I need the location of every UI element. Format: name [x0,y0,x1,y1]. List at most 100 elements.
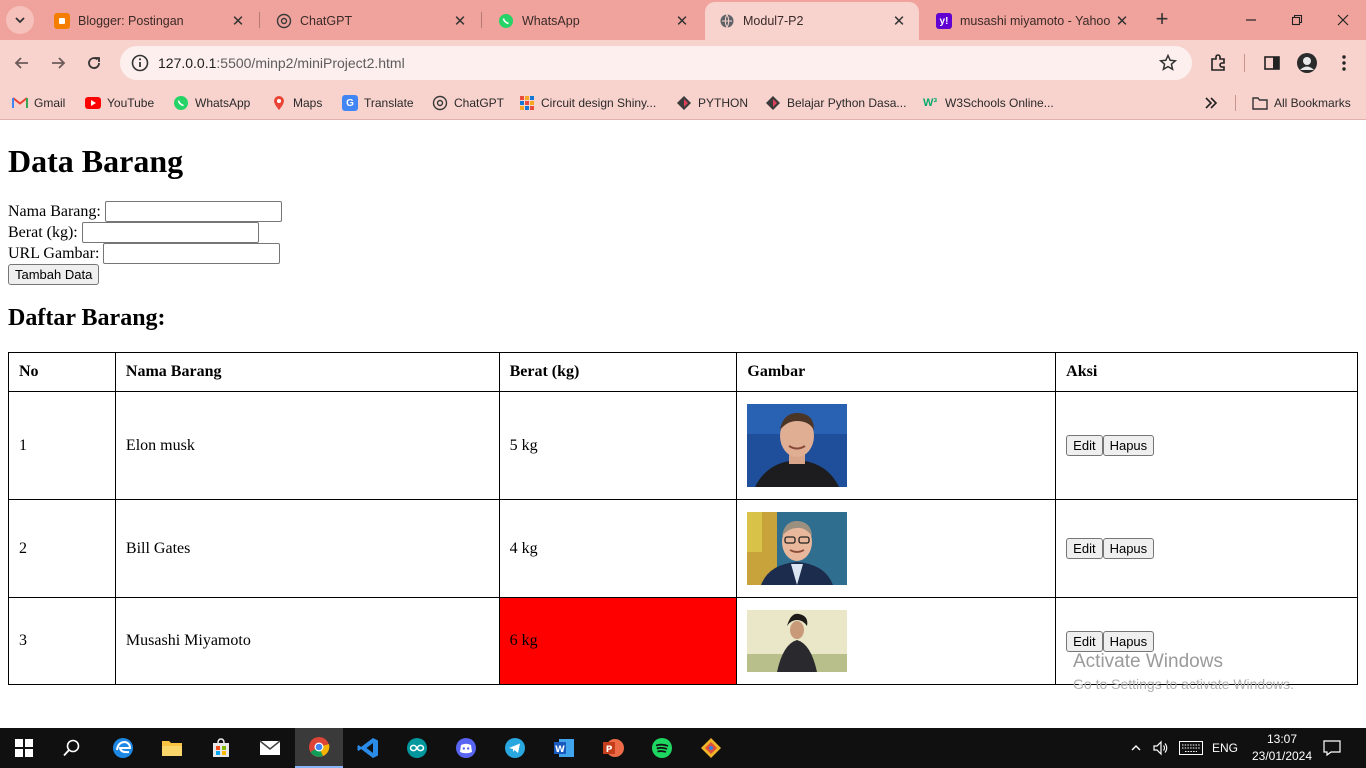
bookmark-label: All Bookmarks [1274,96,1351,110]
bookmark-maps[interactable]: Maps [271,93,322,113]
taskbar-spotify[interactable] [638,728,686,768]
edit-button[interactable]: Edit [1066,630,1103,652]
store-icon [213,738,229,757]
nama-barang-input[interactable] [104,201,282,222]
extensions-button[interactable] [1206,51,1230,75]
taskbar-powerpoint[interactable]: P [589,728,637,768]
hapus-button[interactable]: Hapus [1102,538,1155,559]
profile-button[interactable] [1295,51,1319,75]
side-panel-icon [1264,56,1280,70]
url-gambar-input[interactable] [103,243,281,264]
minimize-icon [1246,19,1256,21]
taskbar-clock[interactable]: 13:07 23/01/2024 [1250,731,1314,765]
taskbar-edge[interactable] [99,728,147,768]
taskbar-file-explorer[interactable] [148,728,196,768]
address-bar[interactable]: 127.0.0.1:5500/minp2/miniProject2.html [120,46,1192,80]
notification-icon [1323,740,1341,756]
kebab-menu-icon [1342,55,1346,71]
side-panel-button[interactable] [1260,51,1284,75]
taskbar-discord[interactable] [442,728,490,768]
cell-no: 3 [8,597,116,685]
bookmark-label: Belajar Python Dasa... [787,96,907,110]
edit-button[interactable]: Edit [1066,435,1103,456]
tab-whatsapp[interactable]: WhatsApp ✕ [484,2,702,40]
volume-button[interactable] [1153,728,1169,768]
cell-gambar [736,391,1057,500]
whatsapp-icon [173,95,189,111]
tab-modul7[interactable]: Modul7-P2 ✕ [705,2,919,40]
restore-button[interactable] [1274,0,1320,40]
bookmark-tinkercad[interactable]: Circuit design Shiny... [519,93,656,113]
minimize-button[interactable] [1228,0,1274,40]
arrow-left-icon [14,57,28,69]
start-button[interactable] [0,728,48,768]
back-button[interactable] [8,49,36,77]
folder-icon [1252,95,1268,111]
bookmark-w3schools[interactable]: W³ W3Schools Online... [921,93,1054,113]
keyboard-button[interactable] [1179,728,1203,768]
language-indicator[interactable]: ENG [1212,728,1238,768]
tab-search-button[interactable] [6,6,34,34]
taskbar-telegram[interactable] [491,728,539,768]
berat-input[interactable] [81,222,259,243]
bookmark-chatgpt[interactable]: ChatGPT [432,93,504,113]
url-gambar-label: URL Gambar: [8,245,100,262]
taskbar-git[interactable] [687,728,735,768]
edit-button[interactable]: Edit [1066,538,1103,559]
arrow-right-icon [52,57,66,69]
bookmark-gmail[interactable]: Gmail [12,93,65,113]
close-icon[interactable]: ✕ [228,11,248,31]
bookmarks-bar: Gmail YouTube WhatsApp Maps G Translate … [0,86,1366,120]
w3schools-icon: W³ [922,97,938,109]
header-berat: Berat (kg) [498,352,738,392]
youtube-icon [85,97,101,109]
close-window-button[interactable] [1320,0,1366,40]
bookmark-label: Gmail [34,96,66,110]
site-info-icon[interactable] [130,53,150,73]
show-hidden-icons-button[interactable] [1130,728,1142,768]
bookmark-translate[interactable]: G Translate [342,93,414,113]
list-title: Daftar Barang: [8,305,166,331]
chrome-icon [309,737,330,757]
hapus-button[interactable]: Hapus [1102,435,1155,456]
forward-button[interactable] [44,49,72,77]
taskbar-mail[interactable] [246,728,294,768]
bookmark-youtube[interactable]: YouTube [85,93,154,113]
tab-chatgpt[interactable]: ChatGPT ✕ [262,2,480,40]
cell-aksi: Edit Hapus [1055,499,1358,598]
edge-icon [113,738,133,758]
bookmark-label: Translate [364,96,414,110]
tab-strip: Blogger: Postingan ✕ ChatGPT ✕ WhatsApp … [0,0,1366,40]
taskbar-arduino[interactable] [393,728,441,768]
close-icon[interactable]: ✕ [1112,11,1132,31]
data-table: No Nama Barang Berat (kg) Gambar Aksi 1 … [8,352,1358,685]
bookmark-whatsapp[interactable]: WhatsApp [173,93,250,113]
bookmark-belajar-python[interactable]: Belajar Python Dasa... [765,93,906,113]
close-icon[interactable]: ✕ [450,11,470,31]
menu-button[interactable] [1332,51,1356,75]
taskbar-vscode[interactable] [344,728,392,768]
bookmark-star-icon[interactable] [1158,53,1178,73]
tambah-data-button[interactable]: Tambah Data [8,264,100,285]
new-tab-button[interactable]: + [1150,8,1174,32]
taskbar-store[interactable] [197,728,245,768]
reload-button[interactable] [80,49,108,77]
taskbar-search-button[interactable] [48,728,96,768]
close-icon [1337,14,1349,26]
hapus-button[interactable]: Hapus [1102,630,1155,652]
taskbar-chrome[interactable] [295,728,343,768]
cell-no: 1 [8,391,116,500]
bookmark-python[interactable]: PYTHON [676,93,748,113]
cell-berat: 4 kg [498,499,738,598]
taskbar-word[interactable]: W [540,728,588,768]
more-bookmarks-button[interactable] [1204,93,1218,113]
tab-blogger[interactable]: Blogger: Postingan ✕ [40,2,258,40]
close-icon[interactable]: ✕ [889,11,909,31]
all-bookmarks-button[interactable]: All Bookmarks [1252,93,1351,113]
close-icon[interactable]: ✕ [672,11,692,31]
gmail-icon [12,95,28,111]
tinkercad-icon [519,95,535,111]
bookmark-label: ChatGPT [454,96,505,110]
tab-yahoo[interactable]: y! musashi miyamoto - Yahoo ✕ [922,2,1142,40]
notifications-button[interactable] [1323,728,1341,768]
